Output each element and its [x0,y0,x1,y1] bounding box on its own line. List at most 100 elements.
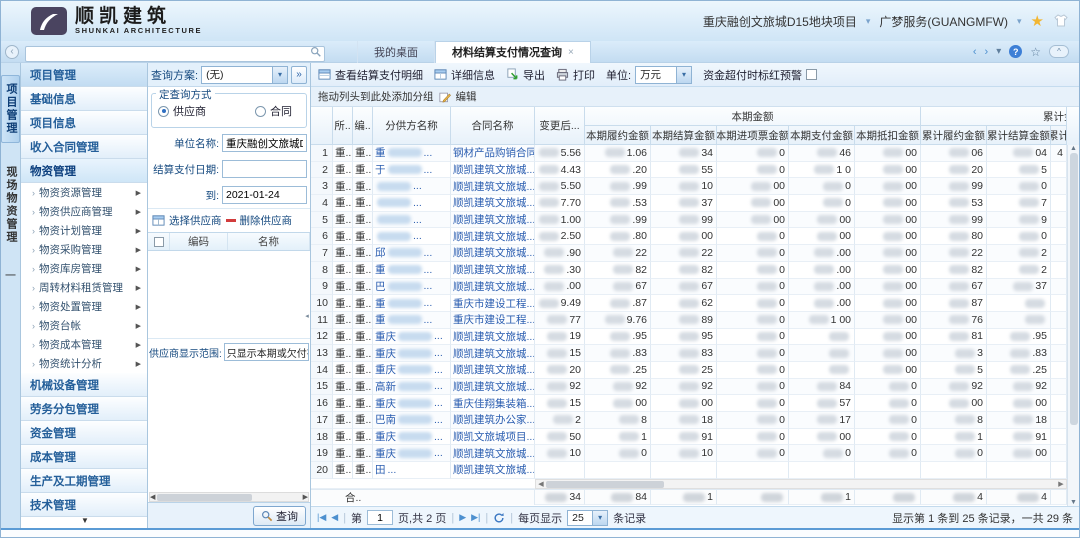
sidebar-item[interactable]: › 物资库房管理 ▶ [21,259,147,278]
query-button[interactable]: 查询 [253,506,306,526]
sidebar-item[interactable]: › 生产及工期管理 ▶ [21,469,147,493]
supplier-range-select[interactable]: 只显示本期或欠付有值 [224,343,309,361]
tab-list-dropdown-icon[interactable]: ▾ [996,46,1001,57]
contract-link[interactable]: 顺凯建筑文旅城... [453,229,535,244]
cell-supplier[interactable]: 重... [373,145,451,162]
sidebar-item[interactable]: › 收入合同管理 ▶ [21,135,147,159]
table-row[interactable]: 1 重.. 重.. 重... 钢材产品购销合同 5.56 1.06 34 0 4… [311,145,1079,162]
col-current-performance[interactable]: 本期履约金额 [585,126,651,145]
table-row[interactable]: 4 重.. 重.. ... 顺凯建筑文旅城... 7.70 .53 37 00 … [311,195,1079,212]
project-selector[interactable]: 重庆融创文旅城D15地块项目 [703,13,857,30]
edit-columns-button[interactable]: 编辑 [456,89,477,104]
contract-link[interactable]: 顺凯建筑文旅城... [453,329,535,344]
module-tab-project-management[interactable]: 项目管理 [1,75,20,143]
service-caret-icon[interactable]: ▾ [1017,16,1022,27]
radio-off-icon[interactable] [255,106,266,117]
chevron-down-icon[interactable]: ▾ [593,510,608,526]
table-row[interactable]: 8 重.. 重.. 重... 顺凯建筑文旅城... .30 82 82 0 .0… [311,262,1079,279]
cell-supplier[interactable]: 重庆... [373,395,451,412]
col-supplier[interactable]: 分供方名称 [373,107,451,145]
mini-col-code[interactable]: 编码 [170,233,228,250]
prev-page-icon[interactable]: ◀ [331,512,338,523]
col-current-deduction[interactable]: 本期抵扣金额 [855,126,921,145]
sidebar-item[interactable]: › 物资管理 ▶ [21,159,147,183]
sidebar-scroll-more-icon[interactable]: ▼ [22,516,148,525]
col-total-settlement[interactable]: 累计结算金额 [987,126,1051,145]
col-suo[interactable]: 所.. [333,107,353,145]
contract-link[interactable]: 重庆佳翔集装箱... [453,396,535,411]
cell-supplier[interactable]: ... [373,195,451,212]
contract-link[interactable]: 顺凯建筑文旅城... [453,262,535,277]
sidebar-item[interactable]: › 物资处置管理 ▶ [21,297,147,316]
sidebar-item[interactable]: › 物资计划管理 ▶ [21,221,147,240]
sidebar-item[interactable]: › 物资采购管理 ▶ [21,240,147,259]
tab-material-settlement-query[interactable]: 材料结算支付情况查询 × [435,41,591,63]
table-row[interactable]: 18 重.. 重.. 重庆... 顺凯文旅城项目... 50 1 91 0 00… [311,429,1079,446]
contract-link[interactable]: 顺凯建筑文旅城... [453,462,535,477]
cell-supplier[interactable]: ... [373,228,451,245]
table-row[interactable]: 19 重.. 重.. 重庆... 顺凯建筑文旅城... 10 0 10 0 0 … [311,445,1079,462]
sidebar-item[interactable]: › 物资台帐 ▶ [21,316,147,335]
col-bian[interactable]: 编.. [353,107,373,145]
nav-back-circle-icon[interactable]: ‹ [5,45,19,59]
contract-link[interactable]: 顺凯建筑办公家... [453,412,535,427]
scrollbar-thumb[interactable] [1070,153,1078,425]
settle-date-input[interactable] [222,160,307,178]
next-page-icon[interactable]: ▶ [459,512,466,523]
select-all-checkbox[interactable] [154,237,164,247]
table-row[interactable]: 20 重.. 重.. 田... 顺凯建筑文旅城... [311,462,1079,479]
table-row[interactable]: 9 重.. 重.. 巴... 顺凯建筑文旅城... .00 67 67 0 .0… [311,279,1079,296]
cell-supplier[interactable]: 田... [373,462,451,479]
cell-supplier[interactable]: 邱... [373,245,451,262]
export-button[interactable]: 导出 [506,67,545,83]
per-page-select[interactable]: 25 ▾ [567,510,608,526]
cell-supplier[interactable]: 重庆... [373,429,451,446]
sidebar-item[interactable]: › 物资资源管理 ▶ [21,183,147,202]
theme-shirt-icon[interactable] [1053,13,1069,29]
contract-link[interactable]: 顺凯建筑文旅城... [453,162,535,177]
col-current-input-invoice[interactable]: 本期进项票金额 [717,126,789,145]
sidebar-item[interactable]: › 劳务分包管理 ▶ [21,397,147,421]
page-number-input[interactable] [367,510,393,525]
contract-link[interactable]: 顺凯建筑文旅城... [453,362,535,377]
cell-supplier[interactable]: 重庆... [373,445,451,462]
contract-link[interactable]: 顺凯建筑文旅城... [453,179,535,194]
col-total-performance[interactable]: 累计履约金额 [921,126,987,145]
scroll-left-icon[interactable]: ◀ [536,480,546,488]
cell-supplier[interactable]: 重庆... [373,362,451,379]
remove-supplier-button[interactable]: 删除供应商 [240,213,293,228]
radio-on-icon[interactable] [158,106,169,117]
favorite-star-icon[interactable]: ☆ [1030,45,1041,59]
pick-supplier-button[interactable]: 选择供应商 [169,213,222,228]
unit-name-input[interactable] [222,134,307,152]
refresh-icon[interactable] [493,512,505,524]
contract-link[interactable]: 顺凯建筑文旅城... [453,279,535,294]
tab-my-desktop[interactable]: 我的桌面 [357,41,435,63]
grid-hscrollbar[interactable]: ◀ ▶ [535,479,1067,489]
date-to-input[interactable] [222,186,307,204]
sidebar-item[interactable]: › 项目信息 ▶ [21,111,147,135]
contract-link[interactable]: 顺凯建筑文旅城... [453,245,535,260]
cell-supplier[interactable]: 巴... [373,279,451,296]
scroll-left-icon[interactable]: ◀ [150,493,155,501]
scroll-right-icon[interactable]: ▶ [1056,480,1066,488]
group-by-bar[interactable]: 拖动列头到此处添加分组 编辑 [311,87,1079,107]
cell-supplier[interactable]: 于... [373,162,451,179]
contract-link[interactable]: 顺凯建筑文旅城... [453,379,535,394]
sidebar-item[interactable]: › 物资成本管理 ▶ [21,335,147,354]
tab-close-icon[interactable]: × [568,47,574,58]
contract-link[interactable]: 顺凯建筑文旅城... [453,346,535,361]
contract-link[interactable]: 重庆市建设工程... [453,312,535,327]
cell-supplier[interactable]: 重... [373,295,451,312]
grid-vscrollbar[interactable]: ▲ ▼ [1067,145,1079,506]
col-current-settlement[interactable]: 本期结算金额 [651,126,717,145]
scrollbar-thumb[interactable] [157,494,252,501]
table-row[interactable]: 2 重.. 重.. 于... 顺凯建筑文旅城... 4.43 .20 55 0 … [311,162,1079,179]
col-current-payment[interactable]: 本期支付金额 [789,126,855,145]
first-page-icon[interactable]: |◀ [317,512,326,523]
view-settlement-detail-button[interactable]: 查看结算支付明细 [318,67,423,83]
table-row[interactable]: 12 重.. 重.. 重庆... 顺凯建筑文旅城... 19 .95 95 0 … [311,329,1079,346]
sidebar-item[interactable]: › 成本管理 ▶ [21,445,147,469]
sidebar-item[interactable]: › 机械设备管理 ▶ [21,373,147,397]
contract-link[interactable]: 顺凯文旅城项目... [453,429,535,444]
